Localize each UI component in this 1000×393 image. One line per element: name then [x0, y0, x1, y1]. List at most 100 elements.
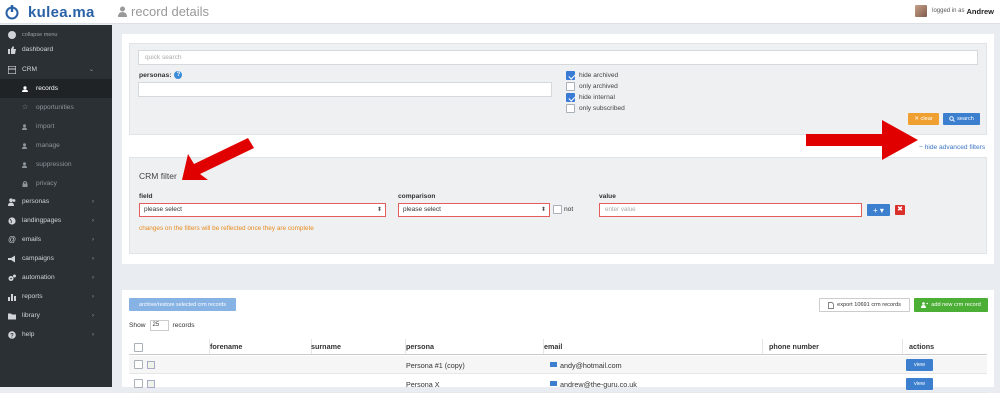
chevron-right-icon: › [92, 217, 94, 224]
user-icon [147, 361, 155, 369]
chevron-right-icon: › [92, 274, 94, 281]
sidebar-item-reports[interactable]: reports › [0, 287, 112, 306]
only-subscribed-checkbox[interactable] [566, 104, 575, 113]
file-icon [828, 301, 834, 309]
page-title-text: record details [131, 4, 210, 19]
help-icon[interactable]: ? [174, 71, 183, 79]
sidebar-item-help[interactable]: ? help › [0, 325, 112, 344]
collapse-icon [8, 30, 16, 39]
remove-filter-button[interactable]: ✖ [895, 205, 905, 215]
field-label: field [139, 193, 153, 200]
not-checkbox[interactable] [553, 205, 562, 214]
comparison-select[interactable]: please select ⬍ [398, 203, 550, 217]
row-checkbox[interactable] [134, 360, 143, 369]
column-header-persona[interactable]: persona [406, 342, 434, 351]
hide-archived-option[interactable]: hide archived [566, 71, 618, 80]
user-icon [22, 85, 28, 92]
user-edit-icon [22, 142, 28, 149]
search-button[interactable]: search [943, 113, 980, 125]
persona-cell: Persona #1 (copy) [406, 361, 465, 370]
chevron-right-icon: › [92, 236, 94, 243]
column-header-phone[interactable]: phone number [769, 342, 819, 351]
page-title: record details [118, 4, 209, 19]
quick-search-input[interactable]: quick search [138, 50, 978, 65]
crm-filter-title: CRM filter [139, 171, 177, 181]
chevron-right-icon: › [92, 312, 94, 319]
only-archived-checkbox[interactable] [566, 82, 575, 91]
sidebar-item-automation[interactable]: automation › [0, 268, 112, 287]
add-filter-button[interactable]: + ▾ [867, 204, 890, 216]
export-button[interactable]: export 10691 crm records [819, 298, 910, 312]
sidebar-item-manage[interactable]: manage [0, 136, 112, 155]
power-logo-icon [5, 5, 19, 20]
bullhorn-icon [8, 255, 16, 263]
sidebar-item-crm[interactable]: CRM ⌄ [0, 60, 112, 79]
chevron-right-icon: › [92, 331, 94, 338]
hide-internal-option[interactable]: hide internal [566, 93, 615, 102]
select-arrows-icon: ⬍ [376, 207, 382, 213]
sidebar-item-suppression[interactable]: suppression [0, 155, 112, 174]
chevron-right-icon: › [92, 198, 94, 205]
user-name: Andrew [966, 6, 994, 16]
lock-icon [22, 180, 28, 187]
hide-archived-checkbox[interactable] [566, 71, 575, 80]
select-all-checkbox[interactable] [134, 343, 143, 352]
sidebar-item-dashboard[interactable]: dashboard [0, 40, 112, 59]
red-arrow-annotation [182, 138, 254, 180]
page-size-select[interactable]: 25 [149, 320, 169, 331]
cogs-icon [8, 274, 16, 282]
only-subscribed-option[interactable]: only subscribed [566, 104, 625, 113]
table-icon [7, 64, 17, 75]
user-info[interactable]: logged in as Andrew [915, 5, 994, 17]
globe-icon [8, 216, 16, 225]
archive-restore-button[interactable]: archive/restore selected crm records [129, 298, 236, 311]
chevron-right-icon: › [92, 255, 94, 262]
sidebar-item-campaigns[interactable]: campaigns › [0, 249, 112, 268]
personas-label: personas: ? [139, 71, 183, 79]
sidebar-item-opportunities[interactable]: ☆ opportunities [0, 98, 112, 117]
sidebar-item-import[interactable]: import [0, 117, 112, 136]
search-icon [949, 116, 956, 122]
personas-input[interactable] [138, 82, 552, 97]
filter-note: changes on the filters will be reflected… [139, 225, 314, 232]
sidebar-item-records[interactable]: records [0, 79, 112, 98]
user-plus-icon [22, 123, 28, 130]
column-header-forename[interactable]: forename [210, 342, 242, 351]
question-icon: ? [8, 330, 16, 339]
top-header: kulea.ma record details logged in as And… [0, 0, 1000, 24]
column-header-email[interactable]: email [544, 342, 562, 351]
sidebar-item-landingpages[interactable]: landingpages › [0, 211, 112, 230]
chevron-down-icon: ⌄ [88, 67, 94, 73]
persona-cell: Persona X [406, 380, 440, 389]
crm-filter-box: CRM filter field comparison value please… [129, 157, 987, 254]
red-arrow-annotation [806, 120, 918, 160]
hide-advanced-filters-link[interactable]: − hide advanced filters [919, 144, 985, 151]
sidebar-item-emails[interactable]: @ emails › [0, 230, 112, 249]
column-header-surname[interactable]: surname [311, 342, 341, 351]
logged-in-label: logged in as [932, 8, 965, 14]
at-icon: @ [8, 234, 17, 244]
user-minus-icon [22, 161, 28, 168]
sidebar-item-library[interactable]: library › [0, 306, 112, 325]
sidebar: collapse menu dashboard CRM ⌄ records ☆ … [0, 25, 112, 387]
star-icon: ☆ [22, 103, 29, 111]
hide-internal-checkbox[interactable] [566, 93, 575, 102]
chevron-right-icon: › [92, 293, 94, 300]
records-panel: archive/restore selected crm records exp… [122, 290, 994, 393]
thumbs-up-icon [8, 45, 16, 54]
sidebar-item-personas[interactable]: personas › [0, 192, 112, 211]
view-button[interactable]: view [906, 378, 933, 390]
email-cell: andy@hotmail.com [550, 361, 622, 370]
brand-logo[interactable]: kulea.ma [4, 2, 110, 22]
field-select[interactable]: please select ⬍ [139, 203, 386, 217]
envelope-icon [550, 381, 557, 386]
page-size-control: Show 25 records [129, 320, 195, 331]
bar-chart-icon [8, 293, 16, 301]
add-record-button[interactable]: add new crm record [914, 298, 988, 312]
only-archived-option[interactable]: only archived [566, 82, 618, 91]
sidebar-item-privacy[interactable]: privacy [0, 174, 112, 193]
email-cell: andrew@the-guru.co.uk [550, 380, 637, 389]
view-button[interactable]: view [906, 359, 933, 371]
not-label: not [564, 206, 574, 213]
value-input[interactable]: enter value [599, 203, 862, 217]
